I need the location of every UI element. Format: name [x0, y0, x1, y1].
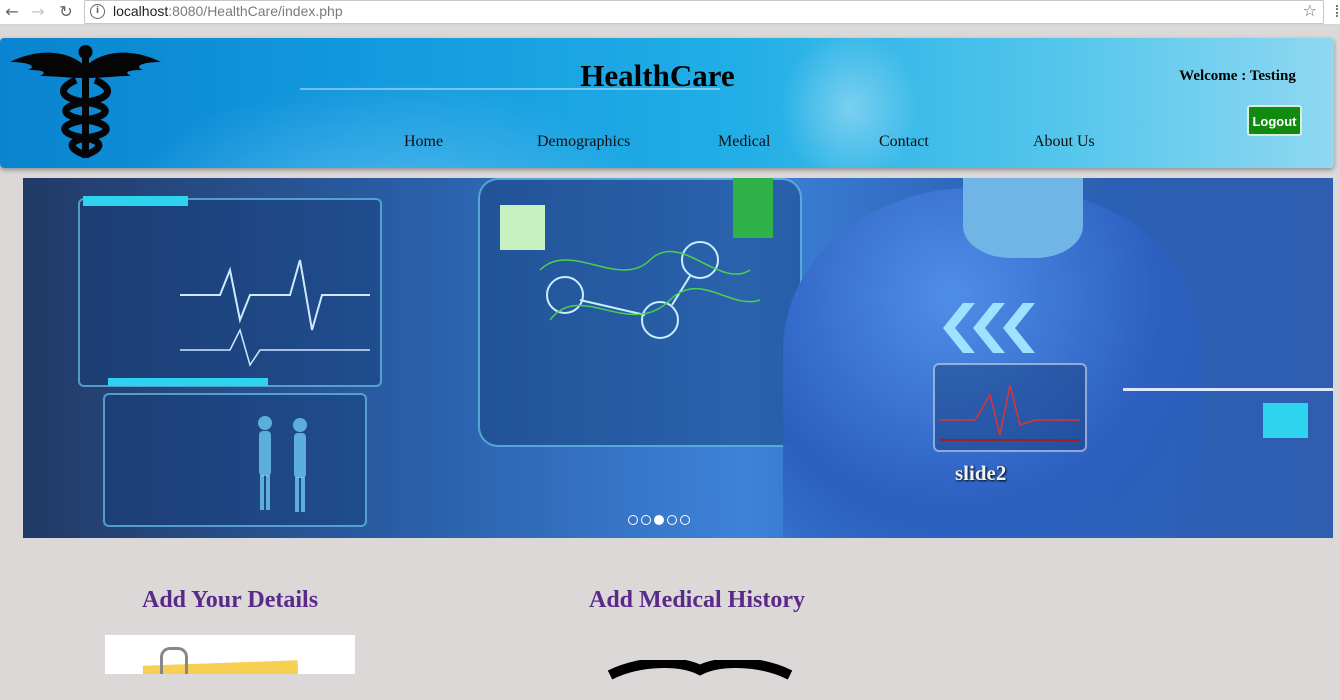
screen-panel-left-top	[78, 198, 382, 387]
welcome-text: Welcome : Testing	[1179, 68, 1296, 84]
logout-button[interactable]: Logout	[1247, 105, 1302, 136]
cyan-accent	[108, 378, 268, 386]
url-host: localhost	[113, 3, 169, 19]
ecg-wave-icon	[180, 259, 370, 367]
nav-about-us[interactable]: About Us	[1033, 133, 1095, 151]
reload-icon[interactable]: ↻	[56, 1, 76, 21]
green-tile	[733, 178, 773, 238]
slide-dot[interactable]	[667, 515, 677, 525]
forward-arrow-icon[interactable]: →	[28, 1, 48, 21]
pulse-graph-icon	[940, 384, 1080, 441]
add-details-title[interactable]: Add Your Details	[142, 587, 318, 614]
url-path: :8080/HealthCare/index.php	[168, 3, 343, 19]
caduceus-logo-icon	[10, 45, 161, 158]
slide-dot[interactable]	[641, 515, 651, 525]
light-line	[1123, 388, 1333, 391]
address-bar[interactable]: i localhost:8080/HealthCare/index.php ☆	[84, 0, 1324, 24]
slide-indicators	[628, 515, 690, 525]
nav-demographics[interactable]: Demographics	[537, 133, 630, 151]
slider-gutter	[0, 178, 23, 538]
screen-panel-left-bottom	[103, 393, 367, 527]
site-title: HealthCare	[580, 58, 735, 93]
url-text[interactable]: localhost:8080/HealthCare/index.php	[113, 3, 343, 19]
browser-toolbar: ← → ↻ i localhost:8080/HealthCare/index.…	[0, 0, 1340, 25]
add-medical-history-title[interactable]: Add Medical History	[589, 587, 805, 614]
site-header: HealthCare Home Demographics Medical Con…	[0, 38, 1334, 168]
image-slider[interactable]: slide2	[23, 178, 1333, 538]
slide-dot[interactable]	[628, 515, 638, 525]
medical-history-image[interactable]	[600, 660, 800, 700]
pulse-screen	[933, 363, 1087, 452]
body-figures-icon	[258, 416, 307, 512]
nav-medical[interactable]: Medical	[718, 133, 770, 151]
cyan-accent	[1263, 403, 1308, 438]
info-icon[interactable]: i	[90, 4, 105, 19]
cyan-accent	[83, 196, 188, 206]
details-notepad-image[interactable]	[105, 635, 355, 674]
back-arrow-icon[interactable]: ←	[2, 1, 22, 21]
menu-icon[interactable]	[1336, 5, 1340, 17]
paperclip-icon	[160, 647, 188, 674]
bookmark-star-icon[interactable]: ☆	[1303, 1, 1317, 20]
slide-dot-active[interactable]	[654, 515, 664, 525]
chevron-arrows-icon	[943, 303, 1035, 353]
slide-caption: slide2	[955, 461, 1007, 485]
slide-dot[interactable]	[680, 515, 690, 525]
surgical-mask	[963, 178, 1083, 258]
nav-home[interactable]: Home	[404, 133, 443, 151]
nav-contact[interactable]: Contact	[879, 133, 929, 151]
